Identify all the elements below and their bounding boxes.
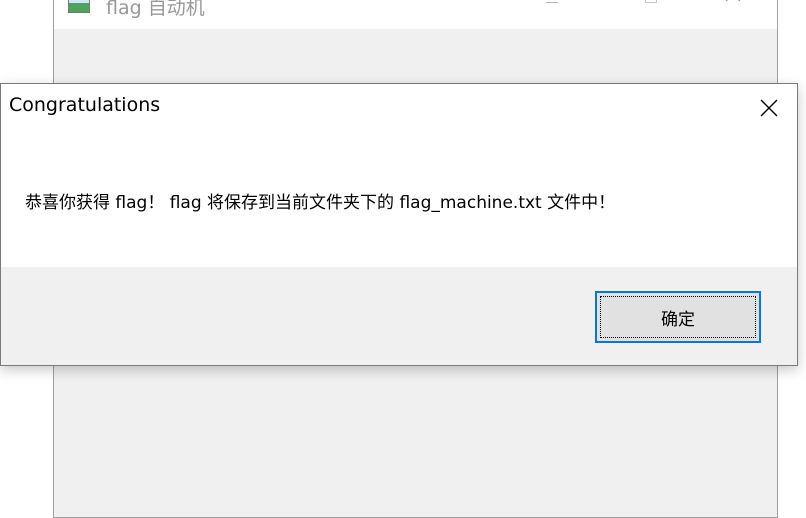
app-icon xyxy=(68,0,90,13)
dialog-close-button[interactable] xyxy=(749,90,789,126)
dialog-content: Congratulations 恭喜你获得 flag！ flag 将保存到当前文… xyxy=(1,84,797,267)
close-icon[interactable] xyxy=(714,0,758,17)
background-window-title: flag 自动机 xyxy=(106,0,205,19)
maximize-icon[interactable] xyxy=(629,0,673,17)
close-icon xyxy=(760,99,778,117)
dialog-title: Congratulations xyxy=(9,94,161,116)
ok-button-label: 确定 xyxy=(661,309,695,330)
ok-button[interactable]: 确定 xyxy=(595,291,761,343)
background-window-titlebar: flag 自动机 xyxy=(54,0,777,29)
minimize-icon[interactable] xyxy=(530,0,574,17)
message-dialog: Congratulations 恭喜你获得 flag！ flag 将保存到当前文… xyxy=(0,83,798,366)
dialog-message: 恭喜你获得 flag！ flag 将保存到当前文件夹下的 flag_machin… xyxy=(25,193,616,213)
